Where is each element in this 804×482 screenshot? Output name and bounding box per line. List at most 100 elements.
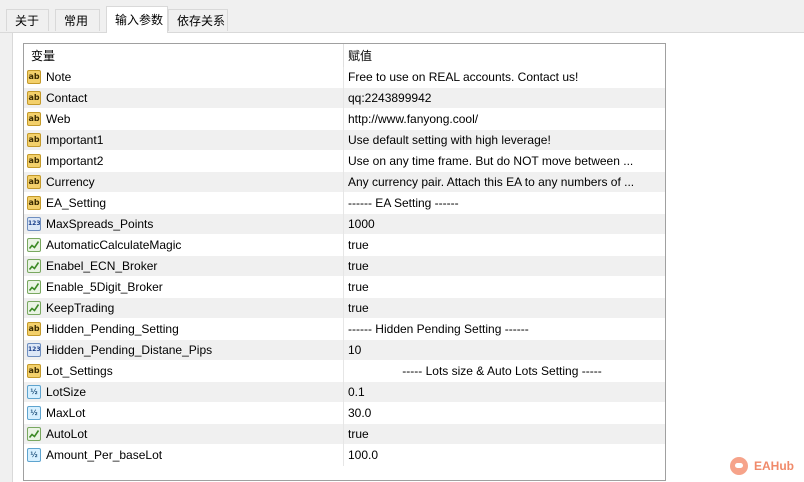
- parameter-row[interactable]: Enabel_ECN_Broker true: [24, 256, 665, 277]
- parameter-row[interactable]: AutoLot true: [24, 424, 665, 445]
- parameter-row[interactable]: Enable_5Digit_Broker true: [24, 277, 665, 298]
- parameter-name: Amount_Per_baseLot: [46, 448, 163, 462]
- parameter-name: Lot_Settings: [46, 364, 113, 378]
- parameter-value[interactable]: true: [348, 424, 660, 444]
- parameter-value[interactable]: true: [348, 298, 660, 318]
- parameter-name: AutoLot: [46, 427, 88, 441]
- parameter-value[interactable]: true: [348, 277, 660, 297]
- cell-divider: [343, 67, 344, 88]
- parameter-row[interactable]: KeepTrading true: [24, 298, 665, 319]
- parameter-name: LotSize: [46, 385, 87, 399]
- column-header-value[interactable]: 赋值: [348, 44, 372, 67]
- parameter-name: AutomaticCalculateMagic: [46, 238, 182, 252]
- cell-divider: [343, 130, 344, 151]
- eahub-logo-icon: [730, 457, 748, 475]
- string-type-icon: ab: [27, 322, 41, 336]
- parameter-row[interactable]: ab Contact qq:2243899942: [24, 88, 665, 109]
- parameter-value[interactable]: true: [348, 256, 660, 276]
- column-header-variable[interactable]: 变量: [31, 44, 55, 67]
- parameter-name: Important2: [46, 154, 104, 168]
- parameter-row[interactable]: ab Web http://www.fanyong.cool/: [24, 109, 665, 130]
- parameter-row[interactable]: ab Hidden_Pending_Setting ------ Hidden Pe…: [24, 319, 665, 340]
- string-type-icon: ab: [27, 133, 41, 147]
- boolean-type-icon: [27, 238, 41, 252]
- tab-dependencies[interactable]: 依存关系: [168, 9, 228, 31]
- string-type-icon: ab: [27, 364, 41, 378]
- parameter-name: Enable_5Digit_Broker: [46, 280, 163, 294]
- integer-type-icon: 123: [27, 217, 41, 231]
- parameter-name: Note: [46, 70, 72, 84]
- parameter-row[interactable]: AutomaticCalculateMagic true: [24, 235, 665, 256]
- cell-divider: [343, 382, 344, 403]
- parameter-name: Web: [46, 112, 71, 126]
- parameter-value[interactable]: ------ EA Setting ------: [348, 193, 660, 213]
- parameter-row[interactable]: ab Note Free to use on REAL accounts. Cont…: [24, 67, 665, 88]
- parameter-name: Important1: [46, 133, 104, 147]
- parameter-value[interactable]: qq:2243899942: [348, 88, 660, 108]
- parameter-value[interactable]: 30.0: [348, 403, 660, 423]
- string-type-icon: ab: [27, 70, 41, 84]
- watermark: EAHub: [730, 456, 794, 476]
- parameter-row[interactable]: 123 Hidden_Pending_Distane_Pips 10: [24, 340, 665, 361]
- parameter-value[interactable]: 100.0: [348, 445, 660, 465]
- cell-divider: [343, 214, 344, 235]
- cell-divider: [343, 193, 344, 214]
- watermark-text: EAHub: [754, 459, 794, 473]
- parameter-name: Currency: [46, 175, 95, 189]
- cell-divider: [343, 319, 344, 340]
- cell-divider: [343, 88, 344, 109]
- boolean-type-icon: [27, 427, 41, 441]
- double-type-icon: ½: [27, 406, 41, 420]
- parameter-name: Enabel_ECN_Broker: [46, 259, 158, 273]
- parameter-value[interactable]: http://www.fanyong.cool/: [348, 109, 660, 129]
- parameter-row[interactable]: ½ LotSize 0.1: [24, 382, 665, 403]
- parameter-value[interactable]: ----- Lots size & Auto Lots Setting ----…: [344, 361, 660, 381]
- tab-bar: 关于 常用 输入参数 依存关系: [0, 0, 804, 33]
- parameter-value[interactable]: 0.1: [348, 382, 660, 402]
- cell-divider: [343, 109, 344, 130]
- parameter-name: Hidden_Pending_Setting: [46, 322, 179, 336]
- parameter-value[interactable]: Any currency pair. Attach this EA to any…: [348, 172, 660, 192]
- parameter-row[interactable]: ab Currency Any currency pair. Attach this…: [24, 172, 665, 193]
- cell-divider: [343, 235, 344, 256]
- cell-divider: [343, 445, 344, 466]
- double-type-icon: ½: [27, 448, 41, 462]
- cell-divider: [343, 256, 344, 277]
- double-type-icon: ½: [27, 385, 41, 399]
- parameter-value[interactable]: Use default setting with high leverage!: [348, 130, 660, 150]
- parameter-value[interactable]: true: [348, 235, 660, 255]
- boolean-type-icon: [27, 259, 41, 273]
- parameter-value[interactable]: Free to use on REAL accounts. Contact us…: [348, 67, 660, 87]
- cell-divider: [343, 298, 344, 319]
- tab-about[interactable]: 关于: [6, 9, 49, 31]
- parameter-value[interactable]: ------ Hidden Pending Setting ------: [348, 319, 660, 339]
- parameter-row[interactable]: ½ MaxLot 30.0: [24, 403, 665, 424]
- cell-divider: [343, 151, 344, 172]
- parameter-name: MaxSpreads_Points: [46, 217, 154, 231]
- parameter-value[interactable]: Use on any time frame. But do NOT move b…: [348, 151, 660, 171]
- cell-divider: [343, 172, 344, 193]
- tab-common[interactable]: 常用: [55, 9, 100, 31]
- parameter-row[interactable]: ab Lot_Settings ----- Lots size & Auto Lot…: [24, 361, 665, 382]
- integer-type-icon: 123: [27, 343, 41, 357]
- parameter-value[interactable]: 1000: [348, 214, 660, 234]
- string-type-icon: ab: [27, 196, 41, 210]
- parameter-name: EA_Setting: [46, 196, 107, 210]
- parameters-grid: 变量 赋值 ab Note Free to use on REAL accounts…: [23, 43, 666, 481]
- tab-inputs[interactable]: 输入参数: [106, 6, 168, 33]
- parameter-row[interactable]: ab EA_Setting ------ EA Setting ------: [24, 193, 665, 214]
- inputs-panel: 变量 赋值 ab Note Free to use on REAL accounts…: [12, 33, 804, 482]
- grid-header: 变量 赋值: [24, 44, 665, 68]
- column-divider[interactable]: [343, 44, 344, 67]
- parameter-name: Contact: [46, 91, 88, 105]
- boolean-type-icon: [27, 280, 41, 294]
- parameter-row[interactable]: ½ Amount_Per_baseLot 100.0: [24, 445, 665, 466]
- parameter-row[interactable]: ab Important1 Use default setting with hig…: [24, 130, 665, 151]
- parameter-row[interactable]: ab Important2 Use on any time frame. But d…: [24, 151, 665, 172]
- parameter-row[interactable]: 123 MaxSpreads_Points 1000: [24, 214, 665, 235]
- string-type-icon: ab: [27, 112, 41, 126]
- cell-divider: [343, 403, 344, 424]
- cell-divider: [343, 424, 344, 445]
- parameter-name: Hidden_Pending_Distane_Pips: [46, 343, 213, 357]
- parameter-value[interactable]: 10: [348, 340, 660, 360]
